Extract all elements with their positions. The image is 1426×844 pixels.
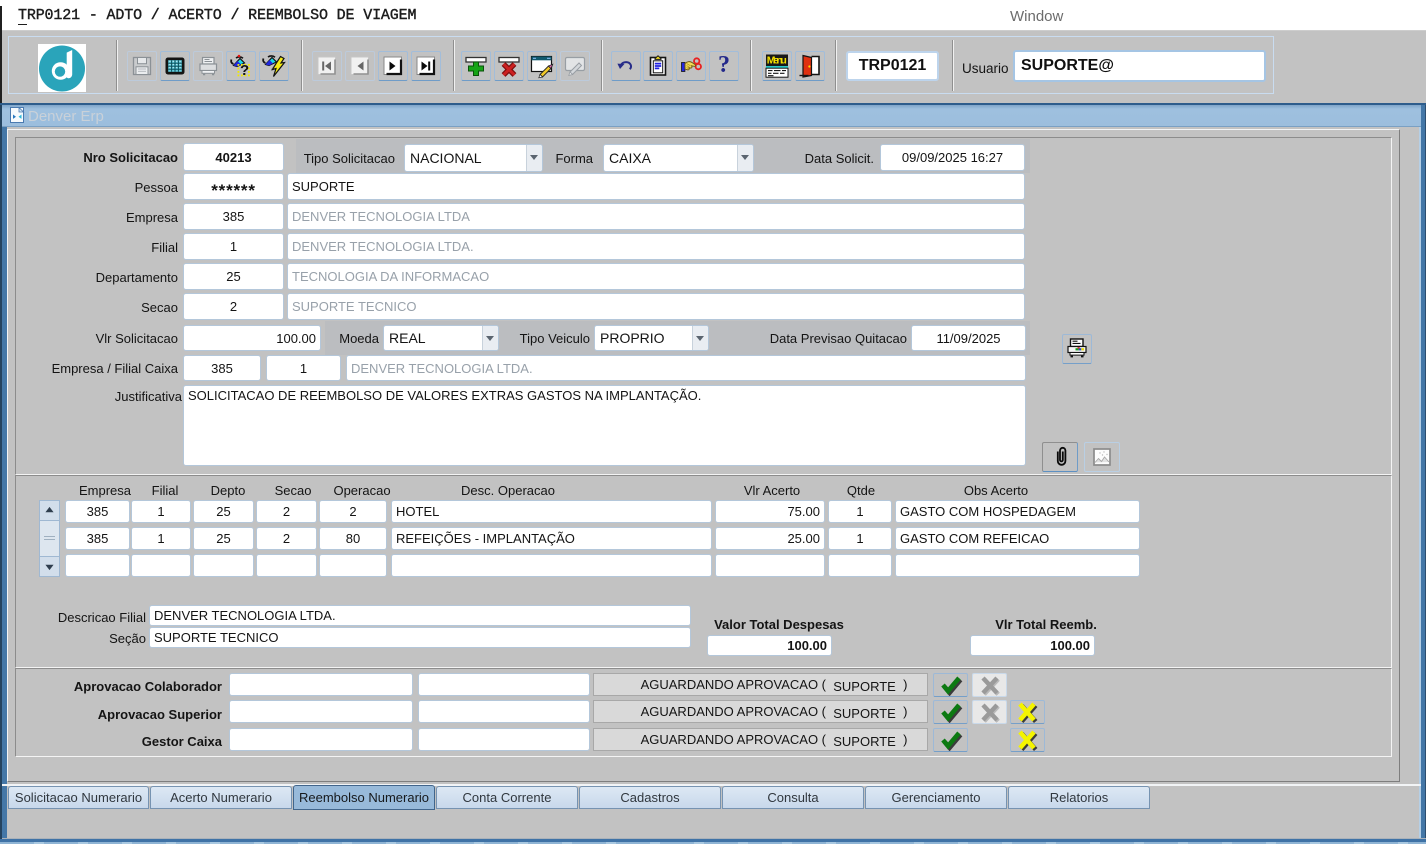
svg-text:Menu: Menu [767, 54, 787, 66]
svg-text:?: ? [240, 62, 249, 79]
